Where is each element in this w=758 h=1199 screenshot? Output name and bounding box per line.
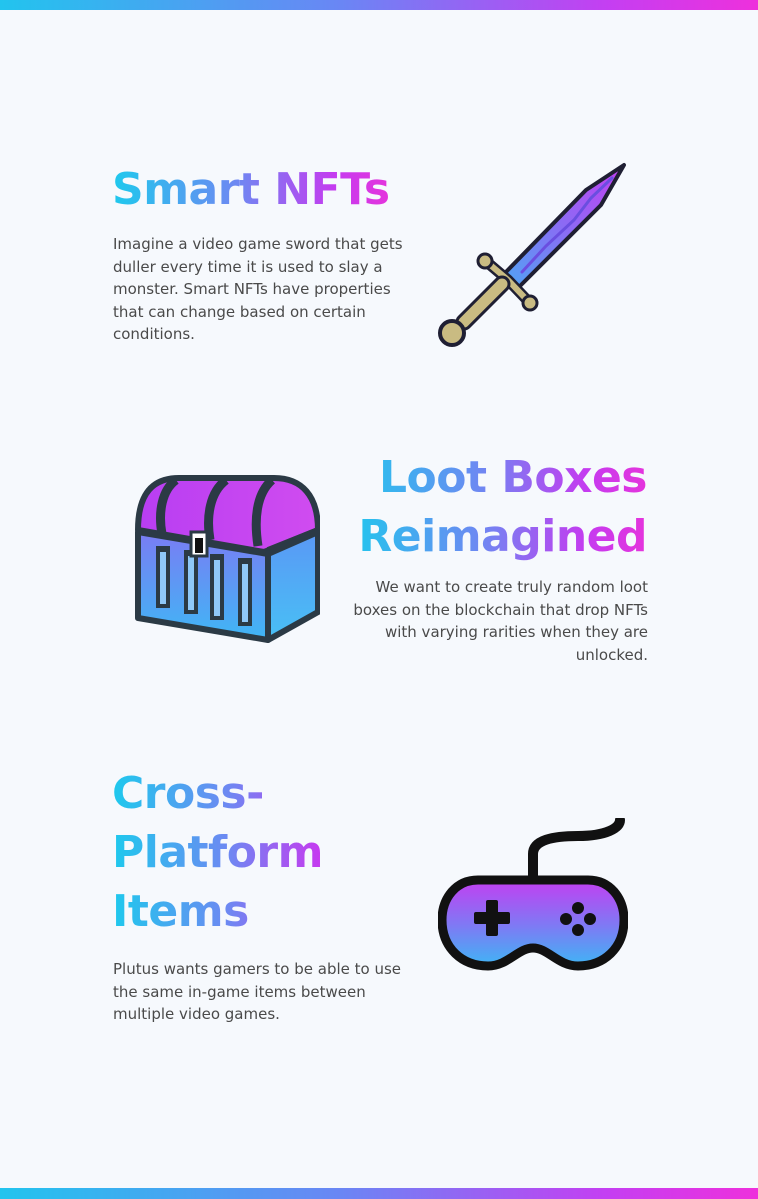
feature-description: Plutus wants gamers to be able to use th… — [113, 960, 402, 1023]
feature-title: Smart NFTs — [112, 161, 390, 219]
top-gradient-bar — [0, 0, 758, 10]
feature-title: Loot Boxes Reimagined — [345, 448, 647, 566]
feature-description: We want to create truly random loot boxe… — [353, 578, 648, 664]
gamepad-icon — [438, 818, 628, 971]
treasure-chest-icon — [135, 475, 320, 643]
feature-title: Cross-Platform Items — [112, 764, 372, 941]
bottom-gradient-bar — [0, 1188, 758, 1199]
feature-description: Imagine a video game sword that gets dul… — [113, 235, 403, 343]
sword-icon — [438, 163, 626, 347]
